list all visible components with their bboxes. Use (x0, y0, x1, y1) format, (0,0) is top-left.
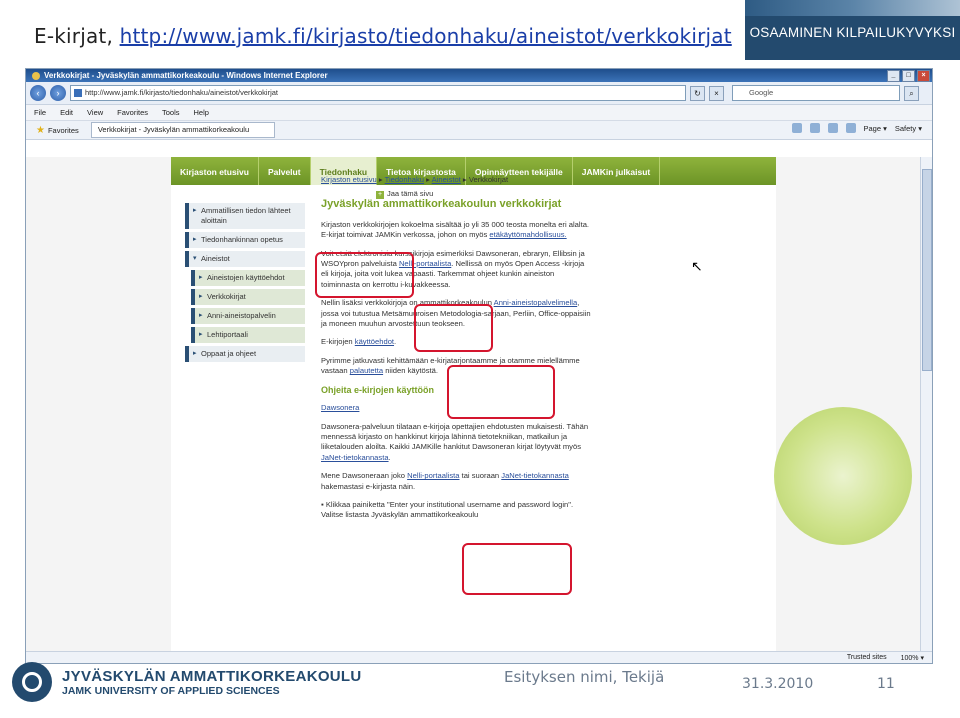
window-titlebar: Verkkokirjat - Jyväskylän ammattikorkeak… (26, 69, 932, 82)
breadcrumb-verkkokirjat: Verkkokirjat (468, 175, 509, 184)
page-viewport: Kirjaston etusivu Palvelut Tiedonhaku Ti… (26, 157, 921, 651)
stop-icon[interactable]: × (709, 85, 724, 101)
banner: OSAAMINEN KILPAILUKYVYKSI (745, 0, 960, 60)
jamk-logo: JYVÄSKYLÄN AMMATTIKORKEAKOULU JAMK UNIVE… (12, 662, 362, 702)
close-icon[interactable]: × (917, 70, 930, 82)
jamk-site: Kirjaston etusivu Palvelut Tiedonhaku Ti… (171, 157, 776, 651)
menu-tools[interactable]: Tools (162, 108, 180, 117)
slide-title-prefix: E-kirjat, (34, 24, 120, 48)
logo-line1: JYVÄSKYLÄN AMMATTIKORKEAKOULU (62, 667, 362, 685)
minimize-icon[interactable]: _ (887, 70, 900, 82)
print-icon[interactable] (845, 123, 856, 133)
anni-server-link[interactable]: Anni-aineistopalvelimella (494, 298, 578, 307)
page-heading: Jyväskylän ammattikorkeakoulun verkkokir… (321, 198, 562, 211)
search-input[interactable]: Google (732, 85, 900, 101)
scrollbar-thumb[interactable] (922, 169, 932, 371)
anniversary-seal (774, 407, 912, 545)
page-menu[interactable]: Page ▾ (864, 124, 887, 133)
sidebar-item-ammatillisen-tiedon-lahteet[interactable]: Ammatillisen tiedon lähteet aloittain (185, 203, 305, 229)
sidebar-item-tiedonhankinnan-opetus[interactable]: Tiedonhankinnan opetus (185, 232, 305, 248)
home-icon[interactable] (791, 123, 802, 133)
breadcrumb-tiedonhaku[interactable]: Tiedonhaku (385, 175, 424, 184)
menu-favorites[interactable]: Favorites (117, 108, 148, 117)
feeds-icon[interactable] (809, 123, 820, 133)
browser-screenshot: Verkkokirjat - Jyväskylän ammattikorkeak… (25, 68, 933, 664)
safety-menu[interactable]: Safety ▾ (895, 124, 922, 133)
sidebar-item-anni-aineistopalvelin[interactable]: Anni-aineistopalvelin (191, 308, 305, 324)
remote-access-link[interactable]: etäkäyttömahdollisuus. (489, 230, 566, 239)
menu-bar: File Edit View Favorites Tools Help (26, 105, 932, 121)
jamk-logo-icon (12, 662, 52, 702)
zoom-level[interactable]: 100% ▾ (901, 654, 924, 662)
menu-edit[interactable]: Edit (60, 108, 73, 117)
breadcrumb-kirjaston-etusivu[interactable]: Kirjaston etusivu (321, 175, 377, 184)
sidebar-item-oppaat-ja-ohjeet[interactable]: Oppaat ja ohjeet (185, 346, 305, 362)
breadcrumb-aineistot[interactable]: Aineistot (432, 175, 461, 184)
janet-link[interactable]: JaNet-tietokannasta (321, 453, 389, 462)
janet-link-2[interactable]: JaNet-tietokannasta (501, 471, 569, 480)
back-icon[interactable]: ‹ (30, 85, 46, 101)
menu-help[interactable]: Help (194, 108, 209, 117)
favorites-bar: ★ Favorites Verkkokirjat - Jyväskylän am… (26, 121, 932, 140)
browser-tab[interactable]: Verkkokirjat - Jyväskylän ammattikorkeak… (90, 122, 275, 138)
menu-file[interactable]: File (34, 108, 46, 117)
vertical-scrollbar[interactable] (920, 157, 932, 651)
nelli-portal-link-2[interactable]: Nelli-portaalista (407, 471, 459, 480)
logo-line2: JAMK UNIVERSITY OF APPLIED SCIENCES (62, 684, 280, 697)
forward-icon[interactable]: › (50, 85, 66, 101)
dawsonera-link[interactable]: Dawsonera (321, 403, 359, 412)
sidebar: Ammatillisen tiedon lähteet aloittain Ti… (185, 203, 305, 365)
trusted-sites-label: Trusted sites (846, 654, 887, 661)
sidebar-item-lehtiportaali[interactable]: Lehtiportaali (191, 327, 305, 343)
address-bar[interactable]: http://www.jamk.fi/kirjasto/tiedonhaku/a… (70, 85, 686, 101)
refresh-icon[interactable]: ↻ (690, 85, 705, 101)
highlight-box-nelli (414, 304, 493, 352)
paragraph-dawsonera: Dawsonera-palveluun tilataan e-kirjoja o… (321, 421, 589, 462)
paragraph-access: Mene Dawsoneraan joko Nelli-portaalista … (321, 471, 569, 491)
command-bar: Page ▾ Safety ▾ (791, 123, 922, 133)
window-title: Verkkokirjat - Jyväskylän ammattikorkeak… (44, 71, 328, 80)
feedback-link[interactable]: palautetta (350, 366, 383, 375)
nav-palvelut[interactable]: Palvelut (259, 157, 311, 185)
star-icon: ★ (36, 124, 45, 136)
slide-title: E-kirjat, http://www.jamk.fi/kirjasto/ti… (34, 24, 732, 48)
presenter-text: Esityksen nimi, Tekijä (504, 668, 665, 686)
breadcrumb: Kirjaston etusivu ▸ Tiedonhaku ▸ Aineist… (321, 175, 509, 184)
paragraph-collection: Kirjaston verkkokirjojen kokoelma sisält… (321, 219, 590, 240)
favorites-button[interactable]: ★ Favorites (30, 125, 85, 136)
bullet-instruction: ▪ Klikkaa painiketta "Enter your institu… (321, 499, 574, 520)
favorites-label: Favorites (47, 125, 79, 135)
sidebar-item-aineistot[interactable]: Aineistot (185, 251, 305, 267)
highlight-box-janet (462, 543, 572, 595)
maximize-icon[interactable]: □ (902, 70, 915, 82)
menu-view[interactable]: View (87, 108, 103, 117)
page-number: 11 (877, 676, 895, 692)
highlight-box-anni (447, 365, 555, 419)
slide-title-link[interactable]: http://www.jamk.fi/kirjasto/tiedonhaku/a… (120, 24, 732, 48)
sidebar-item-aineistojen-kayttoehdot[interactable]: Aineistojen käyttöehdot (191, 270, 305, 286)
navigation-bar: ‹ › http://www.jamk.fi/kirjasto/tiedonha… (26, 82, 932, 105)
mouse-cursor-icon: ↖ (691, 258, 703, 274)
mail-icon[interactable] (827, 123, 838, 133)
terms-of-use-link[interactable]: käyttöehdot (355, 337, 394, 346)
sidebar-item-verkkokirjat[interactable]: Verkkokirjat (191, 289, 305, 305)
nav-kirjaston-etusivu[interactable]: Kirjaston etusivu (171, 157, 259, 185)
slide-date: 31.3.2010 (742, 676, 814, 692)
window-controls: _ □ × (887, 70, 930, 82)
ie-icon (32, 71, 40, 80)
search-icon[interactable]: ⌕ (904, 85, 919, 101)
highlight-box-remote-access (315, 252, 414, 298)
